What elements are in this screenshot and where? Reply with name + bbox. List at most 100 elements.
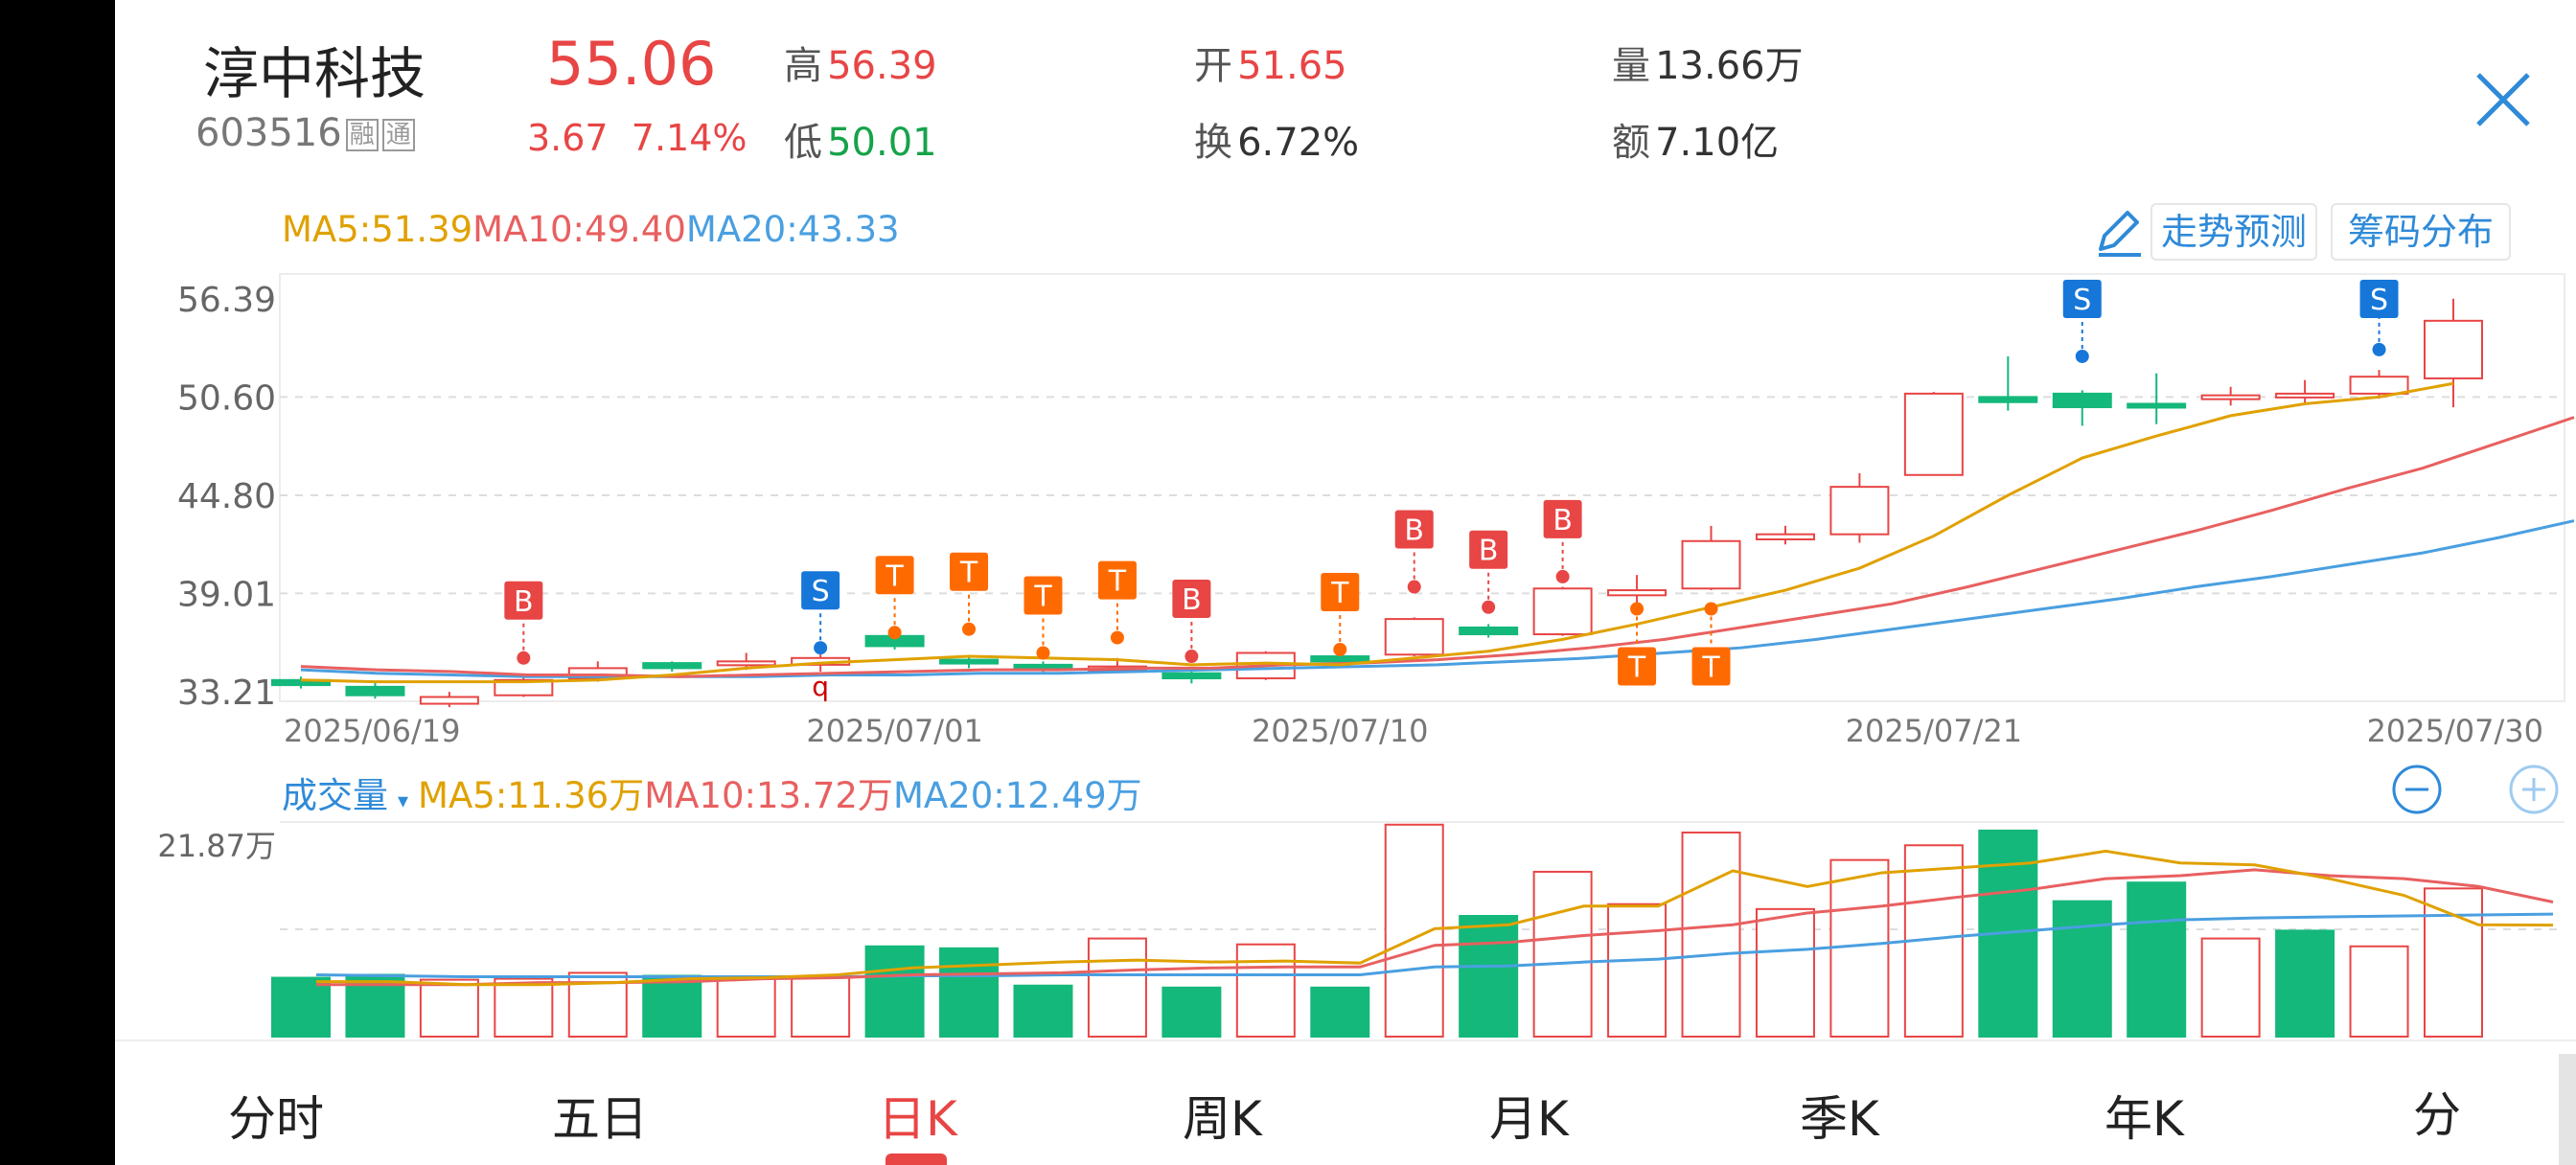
signal-dot	[1482, 600, 1496, 614]
volume-bar	[2275, 929, 2335, 1038]
stock-name: 淳中科技	[203, 41, 426, 106]
volume-bar	[1087, 937, 1147, 1038]
tab-quarterly-k[interactable]: 季K	[1800, 1081, 1879, 1150]
volume-bar	[1681, 831, 1741, 1038]
turnover-value: 6.72%	[1237, 121, 1360, 165]
tab-minute[interactable]: 分	[2413, 1077, 2461, 1146]
signal-label: T	[1033, 580, 1052, 613]
connect-tag: 通	[381, 119, 415, 151]
volume-legend: 成交量 ▾ MA5:11.36万MA10:13.72万MA20:12.49万	[282, 766, 1142, 818]
signal-label: T	[1627, 651, 1646, 685]
volume-bar	[1755, 907, 1815, 1038]
vol-ma10-legend: MA10:13.72万	[644, 775, 893, 816]
candle-body	[1681, 539, 1741, 590]
price-tick-label: 33.21	[177, 674, 276, 713]
tab-yearly-k[interactable]: 年K	[2104, 1081, 2184, 1150]
volume-bar	[419, 978, 479, 1038]
signal-dot	[1110, 630, 1124, 645]
candle-body	[2052, 392, 2112, 409]
volume-max-label: 21.87万	[157, 828, 276, 864]
volume-bar	[271, 976, 331, 1039]
stock-code: 603516	[196, 111, 342, 155]
plus-circle-icon[interactable]	[2507, 763, 2561, 816]
volume-bar	[2127, 881, 2187, 1038]
signal-annotation: q	[812, 671, 829, 702]
open-label: 开	[1194, 44, 1232, 88]
tab-daily-k[interactable]: 日K	[878, 1081, 957, 1150]
date-tick-label: 2025/06/19	[284, 713, 460, 749]
volume-bar	[2424, 887, 2483, 1038]
signal-dot	[517, 651, 531, 665]
volume-bar	[1162, 986, 1222, 1039]
volume-chart[interactable]: 21.87万	[115, 814, 2576, 1044]
signal-dot	[1184, 650, 1199, 664]
minus-circle-icon[interactable]	[2390, 763, 2444, 816]
volume-bar	[939, 947, 1000, 1038]
trend-forecast-button[interactable]: 走势预测	[2150, 203, 2317, 261]
turnover-label: 换	[1194, 121, 1232, 165]
low-value: 50.01	[827, 121, 937, 165]
ma5-line	[300, 381, 2454, 684]
dropdown-arrow-icon[interactable]: ▾	[398, 789, 408, 813]
candle-body	[345, 685, 405, 697]
signal-label: S	[2073, 284, 2091, 317]
open-value: 51.65	[1237, 44, 1347, 88]
scrollbar[interactable]	[2559, 1054, 2576, 1165]
price-change-row: 3.67 7.14%	[527, 117, 748, 159]
date-tick-label: 2025/07/10	[1252, 713, 1428, 749]
candle-body	[2349, 376, 2409, 395]
price-tick-label: 39.01	[177, 575, 276, 614]
signal-dot	[962, 622, 977, 636]
signal-dot	[1036, 646, 1050, 660]
candle-body	[1459, 626, 1519, 636]
volume-label: 量	[1612, 44, 1650, 88]
signal-dot	[2372, 342, 2386, 356]
signal-label: B	[1552, 504, 1573, 537]
candle-body	[2424, 319, 2483, 379]
candle-body	[1532, 587, 1593, 636]
volume-bar	[1235, 943, 1296, 1039]
amount-stat: 额 7.10亿	[1612, 111, 1779, 167]
candle-body	[1755, 533, 1815, 540]
signal-label: T	[1108, 565, 1127, 599]
signal-label: T	[959, 557, 978, 590]
volume-bar	[1310, 986, 1370, 1039]
candle-body	[419, 696, 479, 705]
signal-label: B	[514, 585, 534, 619]
signal-dot	[1555, 569, 1570, 583]
price-tick-label: 44.80	[177, 477, 276, 516]
candle-body	[642, 662, 702, 670]
tab-intraday[interactable]: 分时	[228, 1081, 324, 1150]
stock-code-row: 603516 融通	[196, 111, 415, 155]
volume-bar	[1013, 984, 1073, 1038]
close-icon[interactable]	[2472, 69, 2534, 130]
volume-bar	[791, 976, 851, 1039]
turnover-stat: 换 6.72%	[1194, 111, 1359, 167]
chip-distribution-button[interactable]: 筹码分布	[2331, 203, 2511, 261]
volume-bar	[1532, 870, 1593, 1039]
high-stat: 高 56.39	[784, 34, 937, 90]
candlestick-chart[interactable]: 56.39 50.60 44.80 39.01 33.212025/06/19 2025/…	[115, 268, 2576, 757]
tab-monthly-k[interactable]: 月K	[1489, 1081, 1569, 1150]
signal-label: S	[812, 575, 830, 608]
vol-ma20-legend: MA20:12.49万	[892, 775, 1142, 816]
signal-label: T	[1330, 577, 1349, 610]
volume-bar	[864, 945, 925, 1038]
volume-title[interactable]: 成交量	[282, 775, 388, 816]
tab-weekly-k[interactable]: 周K	[1183, 1081, 1262, 1150]
pencil-icon[interactable]	[2091, 205, 2145, 259]
ma20-legend: MA20:43.33	[685, 209, 900, 250]
signal-label: B	[1404, 514, 1424, 548]
candle-body	[716, 660, 776, 667]
signal-label: B	[1182, 583, 1202, 617]
tab-five-day[interactable]: 五日	[552, 1081, 648, 1150]
signal-dot	[1407, 580, 1421, 594]
low-label: 低	[784, 121, 822, 165]
price-tick-label: 50.60	[177, 378, 276, 418]
price-change: 3.67	[527, 117, 609, 159]
volume-stat: 量 13.66万	[1612, 34, 1804, 90]
volume-bar	[494, 977, 554, 1039]
candle-body	[1384, 618, 1444, 656]
volume-bar	[1384, 823, 1444, 1039]
margin-tag: 融	[345, 119, 379, 151]
